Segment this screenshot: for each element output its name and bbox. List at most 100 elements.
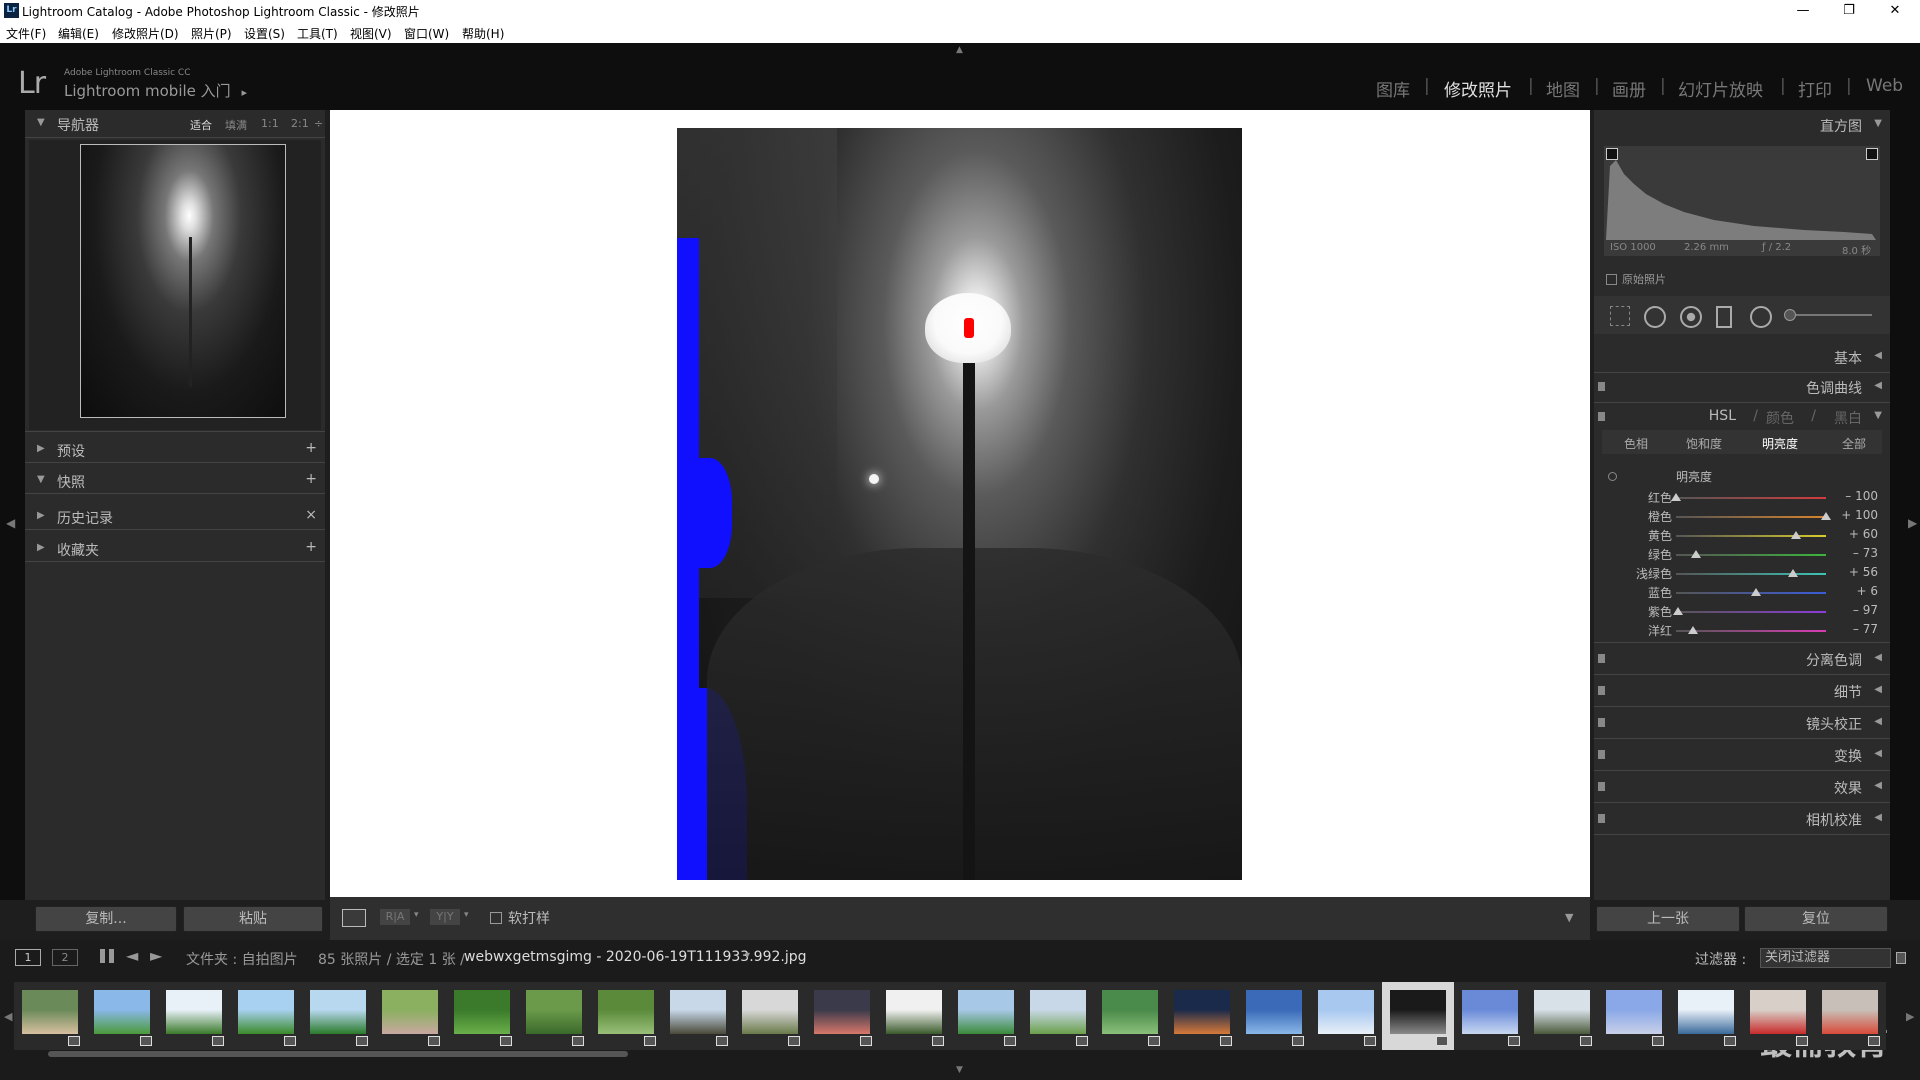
slider-track[interactable] (1676, 497, 1826, 499)
slider-track[interactable] (1676, 516, 1826, 518)
slider-knob[interactable] (1751, 588, 1761, 596)
reset-button[interactable]: 复位 (1744, 906, 1888, 932)
dropdown-arrow-icon[interactable]: ▾ (414, 910, 419, 920)
zoom-more[interactable]: ÷ (314, 117, 323, 130)
toolbar-menu-arrow-icon[interactable]: ▼ (1565, 911, 1573, 924)
slider-knob[interactable] (1673, 607, 1683, 615)
module-slideshow[interactable]: 幻灯片放映 (1678, 76, 1763, 101)
right-section[interactable]: 镜头校正 ◀ (1594, 710, 1890, 736)
filmstrip-thumbnail[interactable] (1382, 982, 1454, 1050)
adjustment-brush-slider[interactable] (1788, 314, 1872, 316)
color-title[interactable]: 颜色 (1766, 408, 1794, 428)
slider-value[interactable]: + 6 (1828, 584, 1878, 598)
main-photo[interactable] (677, 128, 1242, 880)
module-print[interactable]: 打印 (1798, 76, 1832, 101)
module-develop[interactable]: 修改照片 (1444, 76, 1512, 101)
identity-mobile-link[interactable]: Lightroom mobile 入门 ▸ (64, 80, 247, 101)
add-preset-icon[interactable]: + (305, 440, 317, 456)
section-toggle-switch[interactable] (1598, 814, 1605, 823)
targeted-adjust-icon[interactable] (1608, 472, 1617, 481)
copy-button[interactable]: 复制... (35, 906, 177, 932)
close-button[interactable]: ✕ (1872, 1, 1918, 21)
right-section[interactable]: 分离色调 ◀ (1594, 646, 1890, 672)
filmstrip-thumbnail[interactable] (1814, 982, 1886, 1050)
filmstrip-thumbnail[interactable] (1022, 982, 1094, 1050)
collapse-bottom-arrow-icon[interactable]: ▼ (956, 1065, 963, 1075)
filmstrip-thumbnail[interactable] (1310, 982, 1382, 1050)
section-toggle-switch[interactable] (1598, 382, 1605, 391)
tab-all[interactable]: 全部 (1842, 435, 1866, 452)
hsl-slider-row[interactable]: 浅绿色 + 56 (1604, 564, 1884, 583)
hsl-slider-row[interactable]: 橙色 + 100 (1604, 507, 1884, 526)
filmstrip-thumbnail[interactable] (1454, 982, 1526, 1050)
hsl-title[interactable]: HSL (1709, 408, 1736, 424)
menu-file[interactable]: 文件(F) (6, 25, 46, 42)
hsl-slider-row[interactable]: 红色 – 100 (1604, 488, 1884, 507)
add-snapshot-icon[interactable]: + (305, 471, 317, 487)
filmstrip-thumbnail[interactable] (374, 982, 446, 1050)
filmstrip-thumbnail[interactable] (518, 982, 590, 1050)
section-toggle-switch[interactable] (1598, 412, 1605, 421)
menu-window[interactable]: 窗口(W) (404, 25, 449, 42)
menu-settings[interactable]: 设置(S) (244, 25, 285, 42)
section-toggle-switch[interactable] (1598, 718, 1605, 727)
panel-snapshots[interactable]: ▼ 快照 + (25, 469, 325, 493)
clear-history-icon[interactable]: × (305, 507, 317, 523)
tab-hue[interactable]: 色相 (1624, 435, 1648, 452)
filmstrip-source[interactable]: 文件夹 : 自拍图片 (186, 949, 298, 969)
slider-track[interactable] (1676, 573, 1826, 575)
filmstrip-thumbnail[interactable] (1670, 982, 1742, 1050)
add-collection-icon[interactable]: + (305, 539, 317, 555)
slider-value[interactable]: – 73 (1828, 546, 1878, 560)
module-web[interactable]: Web (1866, 76, 1903, 96)
filter-select[interactable]: 关闭过滤器 (1760, 948, 1891, 968)
paste-button[interactable]: 粘贴 (183, 906, 323, 932)
hsl-slider-row[interactable]: 紫色 – 97 (1604, 602, 1884, 621)
filmstrip-scroll-right-icon[interactable]: ▶ (1906, 1010, 1914, 1023)
crop-overlay-icon[interactable] (1610, 306, 1630, 326)
section-toggle-switch[interactable] (1598, 782, 1605, 791)
histogram[interactable]: ISO 1000 2.26 mm ƒ / 2.2 8.0 秒 (1604, 146, 1880, 257)
histogram-header[interactable]: 直方图 ▼ (1594, 112, 1890, 138)
right-section[interactable]: 细节 ◀ (1594, 678, 1890, 704)
forward-arrow-icon[interactable]: ► (150, 946, 162, 965)
radial-filter-icon[interactable] (1750, 306, 1772, 328)
menu-edit[interactable]: 编辑(E) (58, 25, 99, 42)
slider-value[interactable]: – 97 (1828, 603, 1878, 617)
back-arrow-icon[interactable]: ◄ (126, 946, 138, 965)
slider-knob[interactable] (1688, 626, 1698, 634)
section-basic[interactable]: 基本 ◀ (1594, 344, 1890, 370)
slider-value[interactable]: – 77 (1828, 622, 1878, 636)
right-section[interactable]: 变换 ◀ (1594, 742, 1890, 768)
slider-knob[interactable] (1788, 569, 1798, 577)
filmstrip-thumbnail[interactable] (1598, 982, 1670, 1050)
filmstrip-thumbnail[interactable] (1238, 982, 1310, 1050)
zoom-fit[interactable]: 适合 (190, 117, 212, 133)
filmstrip-thumbnail[interactable] (590, 982, 662, 1050)
slider-value[interactable]: + 100 (1828, 508, 1878, 522)
filmstrip-filename[interactable]: webwxgetmsgimg - 2020-06-19T111933.992.j… (464, 949, 807, 965)
filmstrip-thumbnail[interactable] (1742, 982, 1814, 1050)
filename-dropdown-icon[interactable]: ▾ (745, 950, 750, 961)
tab-saturation[interactable]: 饱和度 (1686, 435, 1722, 452)
module-map[interactable]: 地图 (1546, 76, 1580, 101)
tab-luminance[interactable]: 明亮度 (1762, 435, 1798, 452)
menu-help[interactable]: 帮助(H) (462, 25, 504, 42)
slider-track[interactable] (1676, 630, 1826, 632)
filmstrip-thumbnail[interactable] (806, 982, 878, 1050)
adjustment-brush-icon[interactable] (1784, 309, 1796, 321)
minimize-button[interactable]: — (1780, 1, 1826, 21)
filmstrip-thumbnail[interactable] (230, 982, 302, 1050)
filmstrip-thumbnail[interactable] (1094, 982, 1166, 1050)
navigator-header[interactable]: ▼ 导航器 适合 填满 1:1 2:1 ÷ (25, 112, 325, 136)
filmstrip-thumbnail[interactable] (950, 982, 1022, 1050)
filmstrip-thumbnail[interactable] (86, 982, 158, 1050)
previous-button[interactable]: 上一张 (1596, 906, 1740, 932)
shadow-clipping-icon[interactable] (1606, 148, 1618, 160)
module-library[interactable]: 图库 (1376, 76, 1410, 101)
panel-history[interactable]: ▶ 历史记录 × (25, 505, 325, 529)
module-book[interactable]: 画册 (1612, 76, 1646, 101)
slider-knob[interactable] (1791, 531, 1801, 539)
screen-1-button[interactable]: 1 (15, 949, 41, 966)
filmstrip-thumbnail[interactable] (446, 982, 518, 1050)
